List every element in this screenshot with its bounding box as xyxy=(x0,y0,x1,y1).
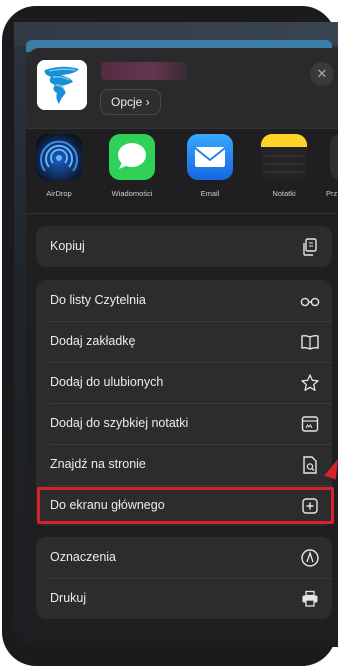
app-icon xyxy=(330,134,338,180)
page-title-blurred xyxy=(101,62,187,80)
reading-list-action[interactable]: Do listy Czytelnia xyxy=(36,280,332,321)
quick-note-label: Dodaj do szybkiej notatki xyxy=(50,416,189,430)
airdrop-icon xyxy=(36,134,82,180)
share-row-divider xyxy=(26,213,338,214)
quick-note-action[interactable]: Dodaj do szybkiej notatki xyxy=(36,403,332,444)
markup-label: Oznaczenia xyxy=(50,550,117,564)
copy-icon xyxy=(300,237,320,257)
share-target-label: Email xyxy=(200,189,220,198)
share-target-email[interactable]: Email xyxy=(180,134,240,198)
find-doc-icon xyxy=(300,455,320,475)
notes-icon xyxy=(261,134,307,180)
share-target-airdrop[interactable]: AirDrop xyxy=(29,134,89,198)
share-target-label: Notatki xyxy=(272,189,296,198)
share-target-more[interactable]: Prz xyxy=(314,134,338,198)
bookmark-label: Dodaj zakładkę xyxy=(50,334,136,348)
book-icon xyxy=(300,332,320,352)
markup-print-group: Oznaczenia Drukuj xyxy=(36,537,332,619)
share-sheet: Opcje › ✕ AirDrop Wiadomości Email Notat… xyxy=(26,48,338,633)
close-button[interactable]: ✕ xyxy=(310,62,334,86)
share-target-label: Wiadomości xyxy=(111,189,153,198)
copy-action[interactable]: Kopiuj xyxy=(36,226,332,267)
favorites-label: Dodaj do ulubionych xyxy=(50,375,164,389)
share-target-messages[interactable]: Wiadomości xyxy=(102,134,162,198)
favorites-action[interactable]: Dodaj do ulubionych xyxy=(36,362,332,403)
tornado-logo-icon xyxy=(37,60,87,110)
share-targets-row: AirDrop Wiadomości Email Notatki Prz xyxy=(26,134,338,224)
bookmark-action[interactable]: Dodaj zakładkę xyxy=(36,321,332,362)
header-divider xyxy=(26,128,338,129)
find-on-page-label: Znajdź na stronie xyxy=(50,457,146,471)
mail-icon xyxy=(187,134,233,180)
add-to-home-screen-action[interactable]: Do ekranu głównego xyxy=(36,485,332,526)
print-action[interactable]: Drukuj xyxy=(36,578,332,619)
close-icon: ✕ xyxy=(316,66,328,81)
markup-icon xyxy=(300,548,320,568)
share-sheet-header: Opcje › ✕ xyxy=(26,48,338,128)
phone-frame: Opcje › ✕ AirDrop Wiadomości Email Notat… xyxy=(0,0,338,668)
printer-icon xyxy=(300,589,320,609)
page-thumbnail xyxy=(37,60,87,110)
copy-group: Kopiuj xyxy=(36,226,332,267)
share-target-label: AirDrop xyxy=(46,189,72,198)
print-label: Drukuj xyxy=(50,591,87,605)
messages-icon xyxy=(109,134,155,180)
glasses-icon xyxy=(300,291,320,311)
add-to-home-screen-label: Do ekranu głównego xyxy=(50,498,165,512)
quick-note-icon xyxy=(300,414,320,434)
star-icon xyxy=(300,373,320,393)
plus-square-icon xyxy=(300,496,320,516)
find-on-page-action[interactable]: Znajdź na stronie xyxy=(36,444,332,485)
share-target-notes[interactable]: Notatki xyxy=(254,134,314,198)
actions-group: Do listy Czytelnia Dodaj zakładkę Dodaj … xyxy=(36,280,332,526)
options-button[interactable]: Opcje › xyxy=(100,89,161,115)
share-target-label: Prz xyxy=(326,189,338,198)
markup-action[interactable]: Oznaczenia xyxy=(36,537,332,578)
reading-list-label: Do listy Czytelnia xyxy=(50,293,146,307)
copy-label: Kopiuj xyxy=(50,239,85,253)
